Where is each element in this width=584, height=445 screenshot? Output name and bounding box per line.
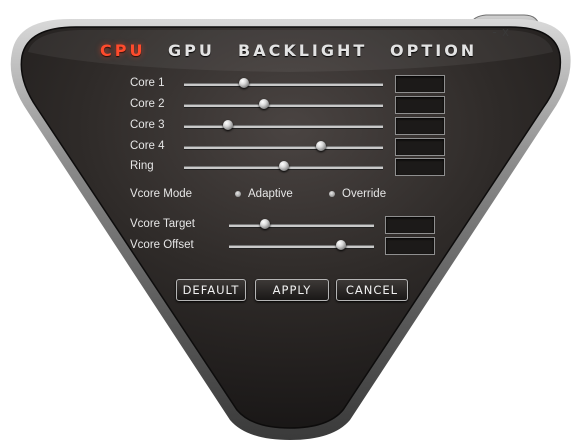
core-2-track[interactable] — [184, 104, 383, 107]
vcore-offset-label: Vcore Offset — [130, 239, 194, 251]
core-2-label: Core 2 — [130, 98, 165, 110]
vcore-target-track[interactable] — [229, 224, 374, 227]
core-2-value-box[interactable] — [395, 96, 445, 114]
core-3-value-box[interactable] — [395, 117, 445, 135]
core-2-slider-thumb[interactable] — [258, 99, 269, 109]
core-3-slider-thumb[interactable] — [222, 120, 233, 130]
tab-backlight[interactable]: BACKLIGHT — [238, 38, 367, 64]
override-radio[interactable] — [329, 191, 335, 197]
core-3-track[interactable] — [184, 125, 383, 128]
vcore-mode-label: Vcore Mode — [130, 188, 193, 200]
core-4-track[interactable] — [184, 146, 383, 149]
core-1-value-box[interactable] — [395, 75, 445, 93]
adaptive-label[interactable]: Adaptive — [248, 186, 293, 202]
core-3-label: Core 3 — [130, 119, 165, 131]
tab-gpu[interactable]: GPU — [168, 38, 215, 64]
vcore-offset-track[interactable] — [229, 245, 374, 248]
core-1-track[interactable] — [184, 83, 383, 86]
default-button[interactable]: DEFAULT — [176, 279, 246, 301]
ring-label: Ring — [130, 160, 154, 172]
close-button[interactable]: - x — [472, 20, 530, 44]
core-4-label: Core 4 — [130, 140, 165, 152]
core-4-value-box[interactable] — [395, 138, 445, 156]
vcore-target-value-box[interactable] — [385, 216, 435, 234]
tab-option[interactable]: OPTION — [390, 38, 477, 64]
core-1-label: Core 1 — [130, 77, 165, 89]
ring-slider-thumb[interactable] — [278, 161, 289, 171]
tab-cpu[interactable]: CPU — [100, 38, 145, 64]
core-1-slider-thumb[interactable] — [238, 78, 249, 88]
vcore-offset-value-box[interactable] — [385, 237, 435, 255]
override-label[interactable]: Override — [342, 186, 386, 202]
ring-value-box[interactable] — [395, 158, 445, 176]
adaptive-radio[interactable] — [235, 191, 241, 197]
apply-button[interactable]: APPLY — [255, 279, 329, 301]
vcore-offset-slider-thumb[interactable] — [335, 240, 346, 250]
vcore-target-label: Vcore Target — [130, 218, 195, 230]
cancel-button[interactable]: CANCEL — [336, 279, 408, 301]
panel-shape — [10, 14, 571, 440]
